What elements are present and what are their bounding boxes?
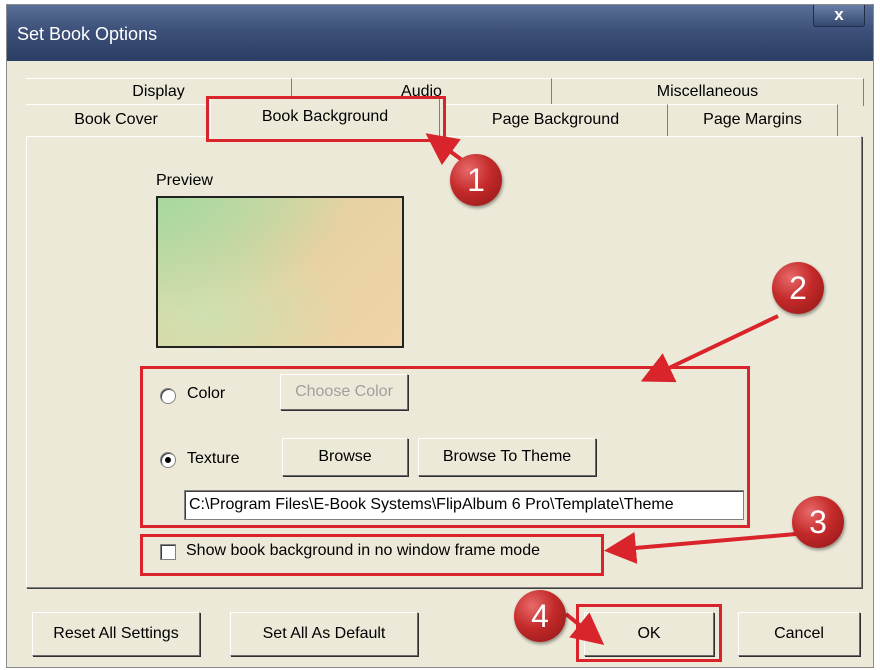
texture-path-field[interactable]: C:\Program Files\E-Book Systems\FlipAlbu… [184, 490, 744, 520]
tab-panel [26, 136, 862, 588]
tab-page-margins[interactable]: Page Margins [668, 104, 838, 136]
reset-all-settings-button[interactable]: Reset All Settings [32, 612, 200, 656]
cancel-button[interactable]: Cancel [738, 612, 860, 656]
color-radio[interactable] [160, 388, 176, 404]
marker-3: 3 [792, 496, 844, 548]
tab-book-background[interactable]: Book Background [210, 98, 440, 138]
background-preview [156, 196, 404, 348]
color-radio-label: Color [187, 385, 226, 402]
set-all-as-default-button[interactable]: Set All As Default [230, 612, 418, 656]
texture-radio-label: Texture [187, 450, 240, 467]
window-title: Set Book Options [17, 24, 158, 44]
tab-miscellaneous[interactable]: Miscellaneous [552, 78, 864, 106]
preview-label: Preview [156, 172, 213, 189]
texture-radio[interactable] [160, 452, 176, 468]
show-background-label: Show book background in no window frame … [186, 542, 540, 559]
show-background-checkbox[interactable] [160, 544, 176, 560]
close-button[interactable]: x [813, 5, 865, 27]
tab-page-background[interactable]: Page Background [444, 104, 668, 136]
marker-4: 4 [514, 590, 566, 642]
ok-button[interactable]: OK [584, 612, 714, 656]
tab-book-cover[interactable]: Book Cover [26, 104, 206, 136]
browse-button[interactable]: Browse [282, 438, 408, 476]
marker-1: 1 [450, 154, 502, 206]
browse-to-theme-button[interactable]: Browse To Theme [418, 438, 596, 476]
choose-color-button[interactable]: Choose Color [280, 374, 408, 410]
title-bar: Set Book Options x [7, 5, 873, 61]
marker-2: 2 [772, 262, 824, 314]
